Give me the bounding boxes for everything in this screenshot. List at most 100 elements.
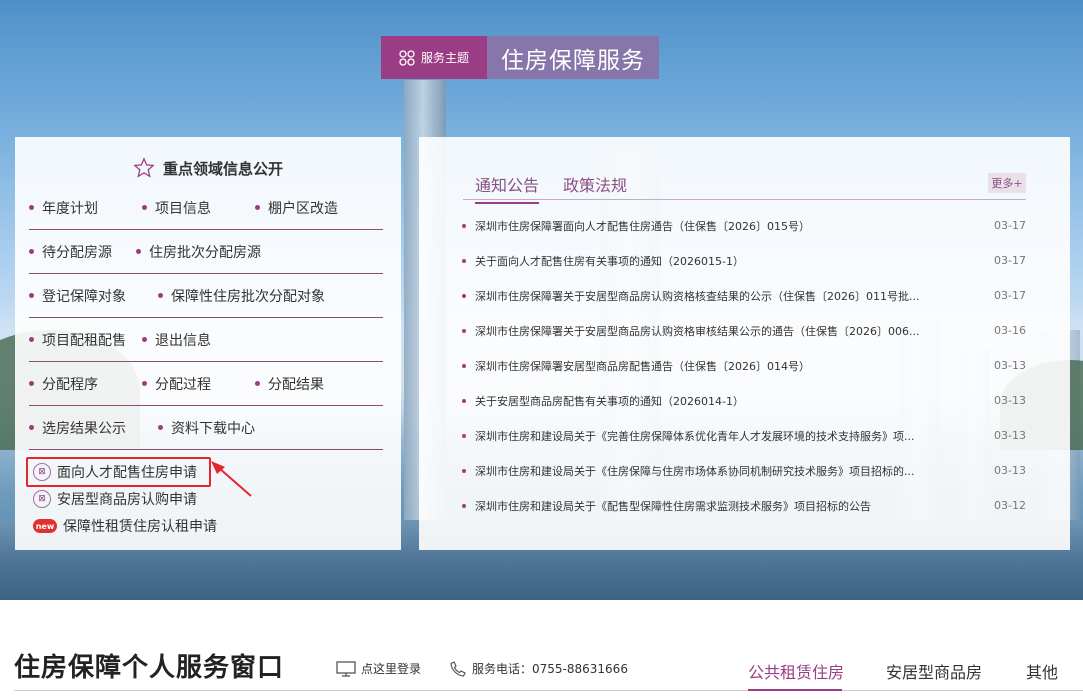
- link-registered-recipients[interactable]: 登记保障对象: [29, 286, 126, 306]
- list-item[interactable]: 深圳市住房和建设局关于《配售型保障性住房需求监测技术服务》项目招标的公告 03-1…: [462, 488, 1026, 523]
- bullet: [29, 205, 34, 210]
- service-phone: 服务电话：0755-88631666: [450, 660, 628, 677]
- list-item[interactable]: 深圳市住房和建设局关于《住房保障与住房市场体系协同机制研究技术服务》项目招标的.…: [462, 453, 1026, 488]
- notice-title[interactable]: 深圳市住房和建设局关于《住房保障与住房市场体系协同机制研究技术服务》项目招标的.…: [475, 463, 982, 479]
- bullet: [142, 381, 147, 386]
- bullet: [255, 205, 260, 210]
- bullet: [462, 258, 466, 263]
- link-label: 待分配房源: [42, 244, 112, 261]
- bullet: [462, 328, 466, 333]
- notice-date: 03-12: [994, 499, 1026, 512]
- link-selection-result[interactable]: 选房结果公示: [29, 418, 126, 438]
- notice-date: 03-13: [994, 394, 1026, 407]
- link-download-center[interactable]: 资料下载中心: [158, 418, 255, 438]
- notice-title[interactable]: 深圳市住房保障署关于安居型商品房认购资格核查结果的公示（住保售〔2026〕011…: [475, 288, 982, 304]
- link-rental-sale[interactable]: 项目配租配售: [29, 330, 126, 350]
- link-shantytown-renovation[interactable]: 棚户区改造: [255, 198, 338, 218]
- bullet: [29, 293, 34, 298]
- bullet: [462, 468, 466, 473]
- notice-date: 03-17: [994, 254, 1026, 267]
- bullet: [158, 293, 163, 298]
- annotation-arrow-icon: [211, 461, 252, 497]
- bullet: [462, 503, 466, 508]
- key-info-title: 重点领域信息公开: [162, 159, 283, 178]
- more-button[interactable]: 更多+: [988, 173, 1026, 193]
- login-link[interactable]: 点这里登录: [336, 660, 421, 677]
- phone-label: 服务电话：0755-88631666: [472, 662, 628, 676]
- application-label: 保障性租赁住房认租申请: [63, 519, 217, 535]
- link-label: 棚户区改造: [268, 200, 338, 217]
- notice-date: 03-16: [994, 324, 1026, 337]
- info-row: 待分配房源 住房批次分配房源: [29, 230, 383, 274]
- star-icon: [133, 157, 155, 178]
- notice-date: 03-13: [994, 359, 1026, 372]
- highlight-box: [26, 457, 211, 487]
- service-topic-text: 服务主题: [420, 51, 469, 65]
- service-topic-label[interactable]: 服务主题: [381, 36, 487, 79]
- grid-icon: [399, 49, 415, 66]
- link-exit-info[interactable]: 退出信息: [142, 330, 211, 350]
- notice-list: 深圳市住房保障署面向人才配售住房通告（住保售〔2026〕015号） 03-17 关…: [462, 208, 1026, 523]
- link-label: 分配结果: [268, 376, 324, 393]
- link-allocation-process[interactable]: 分配过程: [142, 374, 211, 394]
- link-allocation-result[interactable]: 分配结果: [255, 374, 324, 394]
- application-label: 安居型商品房认购申请: [57, 492, 197, 508]
- key-info-title-row: 重点领域信息公开: [15, 157, 401, 179]
- bullet: [29, 425, 34, 430]
- link-pending-housing[interactable]: 待分配房源: [29, 242, 112, 262]
- notice-title[interactable]: 深圳市住房保障署关于安居型商品房认购资格审核结果公示的通告（住保售〔2026〕0…: [475, 323, 982, 339]
- notice-title[interactable]: 深圳市住房和建设局关于《配售型保障性住房需求监测技术服务》项目招标的公告: [475, 498, 982, 514]
- link-batch-recipients[interactable]: 保障性住房批次分配对象: [158, 286, 325, 306]
- phone-icon: [450, 660, 466, 677]
- link-allocation-procedure[interactable]: 分配程序: [29, 374, 98, 394]
- tab-public-rental-housing[interactable]: 公共租赁住房: [748, 659, 844, 683]
- rental-housing-application-link[interactable]: new 保障性租赁住房认租申请: [33, 514, 217, 538]
- link-label: 住房批次分配房源: [149, 244, 261, 261]
- tab-affordable-housing[interactable]: 安居型商品房: [886, 659, 982, 683]
- link-label: 项目信息: [155, 200, 211, 217]
- notice-title[interactable]: 关于安居型商品房配售有关事项的通知（2026014-1）: [475, 393, 982, 409]
- affordable-housing-application-link[interactable]: ⊠ 安居型商品房认购申请: [33, 487, 197, 511]
- info-row: 项目配租配售 退出信息: [29, 318, 383, 362]
- info-row: 年度计划 项目信息 棚户区改造: [29, 186, 383, 230]
- list-item[interactable]: 深圳市住房保障署面向人才配售住房通告（住保售〔2026〕015号） 03-17: [462, 208, 1026, 243]
- notice-title[interactable]: 关于面向人才配售住房有关事项的通知（2026015-1）: [475, 253, 982, 269]
- link-label: 年度计划: [42, 200, 98, 217]
- list-item[interactable]: 关于安居型商品房配售有关事项的通知（2026014-1） 03-13: [462, 383, 1026, 418]
- tabs-divider: [463, 199, 1026, 200]
- link-label: 分配程序: [42, 376, 98, 393]
- info-row: 分配程序 分配过程 分配结果: [29, 362, 383, 406]
- bullet: [136, 249, 141, 254]
- monitor-icon: [336, 660, 356, 677]
- list-item[interactable]: 关于面向人才配售住房有关事项的通知（2026015-1） 03-17: [462, 243, 1026, 278]
- list-item[interactable]: 深圳市住房和建设局关于《完善住房保障体系优化青年人才发展环境的技术支持服务》项.…: [462, 418, 1026, 453]
- bullet: [158, 425, 163, 430]
- notice-date: 03-17: [994, 289, 1026, 302]
- notice-title[interactable]: 深圳市住房保障署安居型商品房配售通告（住保售〔2026〕014号）: [475, 358, 982, 374]
- bullet: [462, 398, 466, 403]
- link-annual-plan[interactable]: 年度计划: [29, 198, 98, 218]
- notice-date: 03-17: [994, 219, 1026, 232]
- list-item[interactable]: 深圳市住房保障署关于安居型商品房认购资格核查结果的公示（住保售〔2026〕011…: [462, 278, 1026, 313]
- link-label: 选房结果公示: [42, 420, 126, 437]
- list-item[interactable]: 深圳市住房保障署关于安居型商品房认购资格审核结果公示的通告（住保售〔2026〕0…: [462, 313, 1026, 348]
- active-tab-underline: [748, 689, 842, 691]
- application-icon: ⊠: [33, 490, 51, 508]
- personal-service-title: 住房保障个人服务窗口: [14, 653, 285, 683]
- tab-other[interactable]: 其他: [1026, 659, 1058, 683]
- bullet: [29, 337, 34, 342]
- login-label: 点这里登录: [361, 662, 422, 676]
- bullet: [142, 205, 147, 210]
- info-row: 登记保障对象 保障性住房批次分配对象: [29, 274, 383, 318]
- service-title: 住房保障服务: [487, 36, 659, 79]
- link-label: 保障性住房批次分配对象: [171, 288, 325, 305]
- link-batch-housing[interactable]: 住房批次分配房源: [136, 242, 261, 262]
- list-item[interactable]: 深圳市住房保障署安居型商品房配售通告（住保售〔2026〕014号） 03-13: [462, 348, 1026, 383]
- notice-date: 03-13: [994, 464, 1026, 477]
- bullet: [29, 381, 34, 386]
- bullet: [462, 293, 466, 298]
- notice-title[interactable]: 深圳市住房和建设局关于《完善住房保障体系优化青年人才发展环境的技术支持服务》项.…: [475, 428, 982, 444]
- link-label: 分配过程: [155, 376, 211, 393]
- link-project-info[interactable]: 项目信息: [142, 198, 211, 218]
- notice-title[interactable]: 深圳市住房保障署面向人才配售住房通告（住保售〔2026〕015号）: [475, 218, 982, 234]
